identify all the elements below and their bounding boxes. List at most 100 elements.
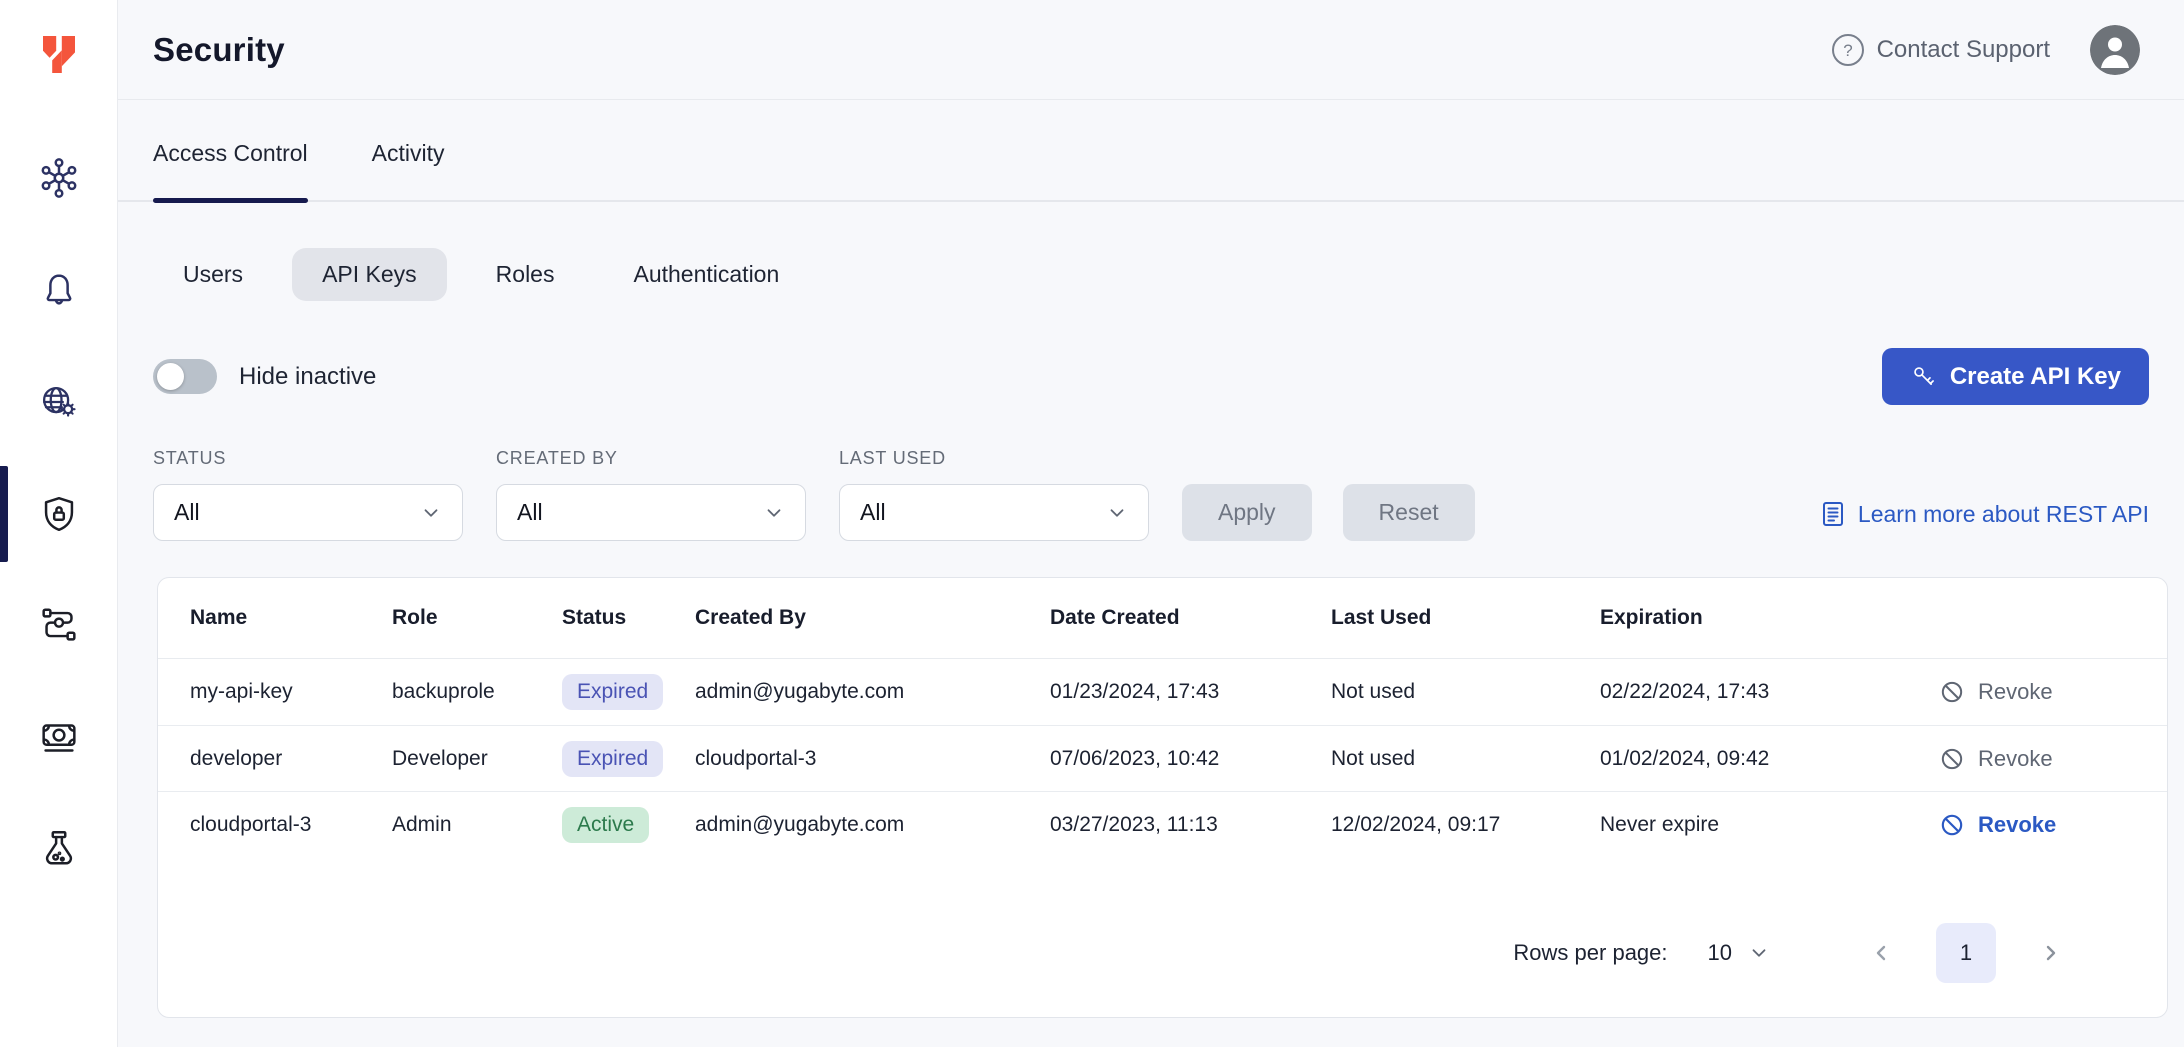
status-select[interactable]: All xyxy=(153,484,463,541)
tab-bar: Access Control Activity xyxy=(118,100,2184,202)
cell-expiration: Never expire xyxy=(1600,813,1937,837)
subtab-bar: Users API Keys Roles Authentication xyxy=(153,248,2149,301)
previous-page-button[interactable] xyxy=(1870,941,1894,965)
toggle-knob xyxy=(157,363,184,390)
filter-status-label: STATUS xyxy=(153,448,463,469)
sidebar xyxy=(0,0,118,1047)
page-navigation: 1 xyxy=(1870,923,2062,983)
apply-button[interactable]: Apply xyxy=(1182,484,1312,541)
cluster-icon xyxy=(36,155,82,201)
contact-support-link[interactable]: ? Contact Support xyxy=(1831,33,2050,67)
page-title: Security xyxy=(153,31,285,69)
chevron-down-icon xyxy=(1748,942,1770,964)
active-indicator xyxy=(0,466,8,562)
cell-name: my-api-key xyxy=(190,680,392,704)
chevron-right-icon xyxy=(2038,941,2062,965)
revoke-label: Revoke xyxy=(1978,812,2056,838)
revoke-label: Revoke xyxy=(1978,679,2053,705)
integrations-workflow-icon xyxy=(36,603,82,649)
col-header-status: Status xyxy=(562,606,695,630)
cell-name: cloudportal-3 xyxy=(190,813,392,837)
billing-money-icon xyxy=(36,715,82,761)
tab-access-control[interactable]: Access Control xyxy=(153,100,308,200)
avatar-person-icon xyxy=(2090,25,2140,75)
bell-icon xyxy=(36,267,82,313)
key-icon xyxy=(1910,363,1937,390)
create-api-key-label: Create API Key xyxy=(1950,363,2121,391)
filter-created-by-label: CREATED BY xyxy=(496,448,806,469)
col-header-expiration: Expiration xyxy=(1600,606,1937,630)
learn-more-link[interactable]: Learn more about REST API xyxy=(1820,500,2149,541)
cell-last-used: 12/02/2024, 09:17 xyxy=(1331,813,1600,837)
revoke-button[interactable]: Revoke xyxy=(1937,810,2056,840)
reset-button[interactable]: Reset xyxy=(1343,484,1475,541)
app-root: Security ? Contact Support xyxy=(0,0,2184,1047)
cell-date-created: 01/23/2024, 17:43 xyxy=(1050,680,1331,704)
cell-last-used: Not used xyxy=(1331,747,1600,771)
block-icon xyxy=(1937,677,1967,707)
globe-gear-icon xyxy=(36,379,82,425)
sidebar-item-integrations[interactable] xyxy=(0,592,117,660)
status-badge: Expired xyxy=(562,741,663,777)
sidebar-item-billing[interactable] xyxy=(0,704,117,772)
page-number-button[interactable]: 1 xyxy=(1936,923,1996,983)
subtab-authentication[interactable]: Authentication xyxy=(603,248,809,301)
col-header-created-by: Created By xyxy=(695,606,1050,630)
created-by-select-value: All xyxy=(517,499,543,526)
cell-date-created: 07/06/2023, 10:42 xyxy=(1050,747,1331,771)
svg-text:?: ? xyxy=(1843,41,1852,60)
subtab-users[interactable]: Users xyxy=(153,248,273,301)
cell-created-by: admin@yugabyte.com xyxy=(695,813,1050,837)
next-page-button[interactable] xyxy=(2038,941,2062,965)
last-used-select[interactable]: All xyxy=(839,484,1149,541)
page-header: Security ? Contact Support xyxy=(118,0,2184,100)
subtab-api-keys[interactable]: API Keys xyxy=(292,248,447,301)
main-area: Security ? Contact Support xyxy=(118,0,2184,1047)
sidebar-item-network[interactable] xyxy=(0,368,117,436)
cell-role: backuprole xyxy=(392,680,562,704)
filter-created-by: CREATED BY All xyxy=(496,448,806,541)
status-badge: Expired xyxy=(562,674,663,710)
cell-last-used: Not used xyxy=(1331,680,1600,704)
chevron-left-icon xyxy=(1870,941,1894,965)
col-header-role: Role xyxy=(392,606,562,630)
user-avatar[interactable] xyxy=(2090,25,2140,75)
sidebar-item-security[interactable] xyxy=(0,480,117,548)
cell-expiration: 01/02/2024, 09:42 xyxy=(1600,747,1937,771)
col-header-date-created: Date Created xyxy=(1050,606,1331,630)
sidebar-item-labs[interactable] xyxy=(0,816,117,884)
tab-activity[interactable]: Activity xyxy=(372,100,445,200)
document-icon xyxy=(1820,500,1846,528)
cell-date-created: 03/27/2023, 11:13 xyxy=(1050,813,1331,837)
filters-row: STATUS All CREATED BY All LAST USED All xyxy=(153,448,2149,541)
hide-inactive-label: Hide inactive xyxy=(239,363,376,391)
table-row: my-api-key backuprole Expired admin@yuga… xyxy=(158,659,2167,725)
hide-inactive-toggle[interactable] xyxy=(153,359,217,394)
sidebar-nav xyxy=(0,144,117,928)
cell-role: Admin xyxy=(392,813,562,837)
subtab-roles[interactable]: Roles xyxy=(466,248,585,301)
cell-role: Developer xyxy=(392,747,562,771)
rows-per-page-value: 10 xyxy=(1708,940,1732,966)
create-api-key-button[interactable]: Create API Key xyxy=(1882,348,2149,405)
revoke-button[interactable]: Revoke xyxy=(1937,677,2053,707)
revoke-button[interactable]: Revoke xyxy=(1937,744,2053,774)
col-header-last-used: Last Used xyxy=(1331,606,1600,630)
block-icon xyxy=(1937,744,1967,774)
table-row: developer Developer Expired cloudportal-… xyxy=(158,725,2167,791)
header-right: ? Contact Support xyxy=(1831,25,2140,75)
filter-last-used-label: LAST USED xyxy=(839,448,1149,469)
chevron-down-icon xyxy=(763,502,785,524)
sidebar-item-clusters[interactable] xyxy=(0,144,117,212)
table-header-row: Name Role Status Created By Date Created… xyxy=(158,578,2167,659)
yugabyte-logo[interactable] xyxy=(31,26,87,82)
sidebar-item-alerts[interactable] xyxy=(0,256,117,324)
created-by-select[interactable]: All xyxy=(496,484,806,541)
table-row: cloudportal-3 Admin Active admin@yugabyt… xyxy=(158,791,2167,857)
chevron-down-icon xyxy=(1106,502,1128,524)
rows-per-page-select[interactable]: 10 xyxy=(1708,940,1770,966)
revoke-label: Revoke xyxy=(1978,746,2053,772)
controls-row: Hide inactive Create API Key xyxy=(153,348,2149,405)
api-keys-table-card: Name Role Status Created By Date Created… xyxy=(157,577,2168,1018)
chevron-down-icon xyxy=(420,502,442,524)
